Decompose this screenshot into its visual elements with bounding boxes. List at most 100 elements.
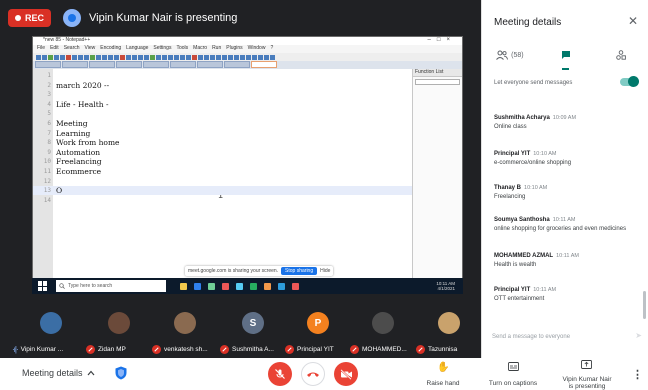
raise-hand-label[interactable]: Raise hand	[420, 380, 466, 387]
chat-icon	[561, 51, 570, 59]
editor-line[interactable]: 2 march 2020 --	[33, 81, 413, 90]
file-explorer-icon[interactable]	[180, 282, 187, 290]
editor-line[interactable]: 11 Ecommerce	[33, 167, 413, 176]
record-dot-icon	[15, 15, 21, 21]
notepad-menu-item[interactable]: Window	[248, 45, 266, 53]
notepad-tab[interactable]	[89, 61, 115, 68]
participant-tile[interactable]: Tazunnisa	[416, 306, 476, 358]
windows-taskbar: Type here to search 10:11 AM 4/1/2021	[32, 278, 463, 294]
notepad-tab[interactable]	[197, 61, 223, 68]
edge-icon[interactable]	[236, 282, 243, 290]
editor-line[interactable]: 5	[33, 109, 413, 118]
participant-tile[interactable]: venkatesh sh...	[152, 306, 212, 358]
line-number: 5	[47, 110, 51, 118]
notepad-menu-item[interactable]: Settings	[153, 45, 171, 53]
camera-off-button[interactable]	[334, 362, 358, 386]
panel-tabs: (58)	[482, 40, 648, 70]
tab-activities[interactable]	[593, 40, 648, 70]
notepad-tab[interactable]	[143, 61, 169, 68]
app-icon[interactable]	[264, 282, 271, 290]
editor-line[interactable]: 7 Learning	[33, 129, 413, 138]
line-number: 14	[43, 196, 51, 204]
participant-avatar	[40, 312, 62, 334]
editor-line[interactable]: 3	[33, 90, 413, 99]
tab-chat[interactable]	[538, 40, 594, 70]
chat-scrollbar[interactable]	[643, 291, 646, 319]
chevron-up-icon	[87, 370, 95, 376]
editor-line[interactable]: 14	[33, 196, 413, 205]
stop-sharing-button[interactable]: Stop sharing	[281, 267, 318, 275]
notepad-menu-item[interactable]: Plugins	[226, 45, 242, 53]
participant-tile[interactable]: MOHAMMED...	[350, 306, 410, 358]
meeting-details-button[interactable]: Meeting details	[22, 368, 95, 378]
presenter-avatar	[63, 9, 82, 27]
windows-start-icon[interactable]	[38, 281, 48, 291]
message-sender: Soumya Santhosha	[494, 217, 550, 223]
notepad-menu-item[interactable]: Edit	[50, 45, 59, 53]
notepad-tab[interactable]	[35, 61, 61, 68]
editor-line[interactable]: 12	[33, 177, 413, 186]
notepad-tab[interactable]	[224, 61, 250, 68]
notepad-menu-item[interactable]: Encoding	[100, 45, 121, 53]
shield-icon[interactable]	[115, 366, 127, 380]
line-number: 6	[47, 120, 51, 127]
participant-name: Tazunnisa	[428, 346, 458, 353]
app-icon[interactable]	[222, 282, 229, 290]
notepad-menu-item[interactable]: Run	[212, 45, 221, 53]
notepad-menu-item[interactable]: Search	[64, 45, 80, 53]
tray-date: 4/1/2021	[437, 286, 455, 291]
editor-line[interactable]: 1	[33, 71, 413, 80]
taskbar-search[interactable]: Type here to search	[56, 280, 166, 292]
editor-line[interactable]: 4 Life - Health -	[33, 100, 413, 109]
editor-line[interactable]: 10 Freelancing	[33, 157, 413, 166]
send-icon[interactable]: ➤	[635, 331, 642, 340]
notepad-tab[interactable]	[62, 61, 88, 68]
panel-title: Meeting details	[494, 17, 562, 28]
close-icon[interactable]: ✕	[628, 14, 638, 28]
message-sender: MOHAMMED AZMAL	[494, 253, 554, 259]
captions-label[interactable]: Turn on captions	[483, 380, 543, 387]
notepad-editor[interactable]: I 1 2 march 2020 -- 3 4 Life - Health -5 6 Meet…	[33, 69, 413, 283]
notepad-tab[interactable]	[170, 61, 196, 68]
chat-message: Sushmitha Acharya 10:09 AM Online class	[494, 115, 642, 130]
notepad-plus-icon[interactable]	[250, 282, 257, 290]
notepad-menu-item[interactable]: File	[37, 45, 45, 53]
editor-line[interactable]: 13 O	[33, 186, 413, 196]
editor-line[interactable]: 9 Automation	[33, 148, 413, 157]
notepad-menu-item[interactable]: Macro	[193, 45, 207, 53]
line-text	[53, 177, 56, 186]
tab-people[interactable]: (58)	[482, 40, 538, 70]
line-number: 12	[43, 177, 51, 185]
notepad-menu-item[interactable]: View	[85, 45, 96, 53]
presenting-label[interactable]: Vipin Kumar Nair is presenting	[556, 376, 618, 390]
notepad-menu-item[interactable]: Language	[126, 45, 148, 53]
leave-call-button[interactable]	[301, 362, 325, 386]
function-list-title: Function List	[413, 69, 462, 77]
chrome-icon[interactable]	[292, 282, 299, 290]
participant-tile[interactable]: P Principal YIT	[285, 306, 345, 358]
participant-tile[interactable]: S Sushmitha A...	[220, 306, 280, 358]
mic-off-button[interactable]	[268, 362, 292, 386]
captions-icon[interactable]	[508, 362, 519, 374]
present-icon[interactable]	[581, 360, 592, 373]
chat-input[interactable]: Send a message to everyone	[492, 330, 642, 344]
store-icon[interactable]	[194, 282, 201, 290]
notepad-tab-active[interactable]	[251, 61, 277, 68]
system-tray: 10:11 AM 4/1/2021	[436, 281, 455, 291]
notepad-menu-item[interactable]: Tools	[176, 45, 188, 53]
notepad-menu-item[interactable]: ?	[270, 45, 273, 53]
participant-tile[interactable]: Zidan MP	[86, 306, 146, 358]
notepad-tab[interactable]	[116, 61, 142, 68]
hide-banner-button[interactable]: Hide	[320, 268, 330, 274]
editor-line[interactable]: 6 Meeting	[33, 119, 413, 128]
editor-line[interactable]: 8 Work from home	[33, 138, 413, 147]
participant-avatar	[438, 312, 460, 334]
send-messages-toggle[interactable]	[620, 76, 639, 87]
function-list-search[interactable]	[415, 79, 460, 85]
app-icon[interactable]	[208, 282, 215, 290]
participant-tile[interactable]: ·ı|· Vipin Kumar ...	[12, 306, 78, 358]
app-icon[interactable]	[278, 282, 285, 290]
more-options-icon[interactable]: ⋮	[632, 368, 643, 381]
chat-message: Principal YIT 10:11 AM OTT entertainment	[494, 287, 642, 302]
raise-hand-icon[interactable]: ✋	[437, 362, 449, 373]
